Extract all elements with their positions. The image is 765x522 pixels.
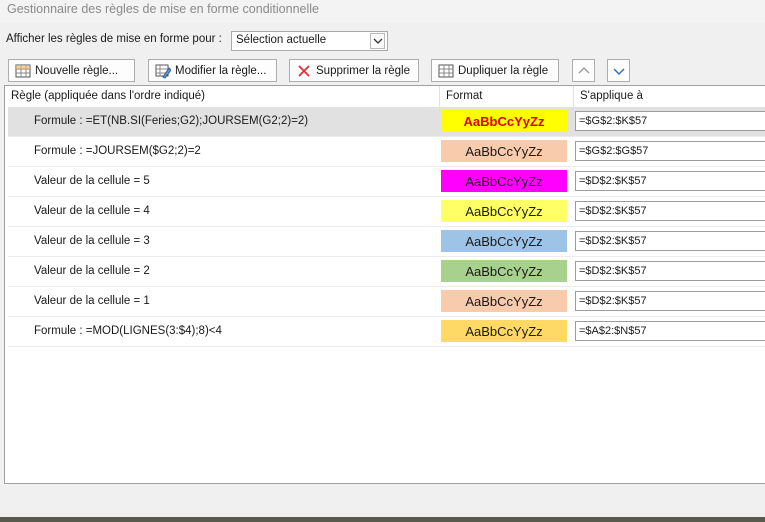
show-rules-select[interactable]: Sélection actuelle: [231, 31, 388, 51]
edit-rule-button[interactable]: Modifier la règle...: [148, 59, 277, 82]
rule-row[interactable]: Valeur de la cellule = 1 AaBbCcYyZz =$D$2:…: [8, 287, 765, 317]
delete-rule-button[interactable]: Supprimer la règle: [289, 59, 419, 82]
rule-row[interactable]: Valeur de la cellule = 5 AaBbCcYyZz =$D$2:…: [8, 167, 765, 197]
applies-to-field[interactable]: =$G$2:$K$57: [575, 111, 765, 131]
applies-to-field[interactable]: =$G$2:$G$57: [575, 141, 765, 161]
rule-row[interactable]: Valeur de la cellule = 3 AaBbCcYyZz =$D$2:…: [8, 227, 765, 257]
show-rules-value: Sélection actuelle: [236, 34, 327, 46]
rule-description: Valeur de la cellule = 3: [34, 235, 150, 247]
rules-table: Règle (appliquée dans l'ordre indiqué) F…: [4, 85, 765, 484]
column-header-format: Format: [446, 90, 483, 102]
rule-description: Formule : =MOD(LIGNES(3:$4);8)<4: [34, 325, 222, 337]
rule-description: Valeur de la cellule = 1: [34, 295, 150, 307]
applies-to-field[interactable]: =$D$2:$K$57: [575, 231, 765, 251]
window-title: Gestionnaire des règles de mise en forme…: [0, 0, 765, 23]
edit-rule-icon: [155, 63, 172, 79]
format-preview: AaBbCcYyZz: [441, 140, 567, 162]
column-header-applies-to: S'applique à: [580, 90, 643, 102]
format-preview: AaBbCcYyZz: [441, 170, 567, 192]
rule-description: Valeur de la cellule = 4: [34, 205, 150, 217]
show-rules-row: Afficher les règles de mise en forme pou…: [6, 31, 222, 45]
applies-to-field[interactable]: =$A$2:$N$57: [575, 321, 765, 341]
format-preview: AaBbCcYyZz: [441, 200, 567, 222]
applies-to-field[interactable]: =$D$2:$K$57: [575, 261, 765, 281]
new-rule-icon: [15, 63, 31, 79]
applies-to-field[interactable]: =$D$2:$K$57: [575, 201, 765, 221]
column-header-rule: Règle (appliquée dans l'ordre indiqué): [11, 90, 205, 102]
duplicate-rule-button[interactable]: Dupliquer la règle: [431, 59, 559, 82]
rule-description: Valeur de la cellule = 2: [34, 265, 150, 277]
format-preview: AaBbCcYyZz: [441, 260, 567, 282]
chevron-up-icon: [578, 67, 590, 74]
format-preview: AaBbCcYyZz: [441, 230, 567, 252]
applies-to-field[interactable]: =$D$2:$K$57: [575, 171, 765, 191]
rule-row[interactable]: Formule : =MOD(LIGNES(3:$4);8)<4 AaBbCcYy…: [8, 317, 765, 347]
duplicate-rule-label: Dupliquer la règle: [458, 64, 549, 77]
delete-rule-label: Supprimer la règle: [316, 64, 410, 77]
applies-to-field[interactable]: =$D$2:$K$57: [575, 291, 765, 311]
chevron-down-icon: [613, 68, 625, 75]
rule-row[interactable]: Valeur de la cellule = 4 AaBbCcYyZz =$D$2:…: [8, 197, 765, 227]
edit-rule-label: Modifier la règle...: [175, 64, 267, 77]
rule-row[interactable]: Formule : =ET(NB.SI(Feries;G2);JOURSEM(G…: [8, 107, 765, 137]
delete-icon: [296, 63, 312, 79]
rule-description: Formule : =ET(NB.SI(Feries;G2);JOURSEM(G…: [34, 115, 309, 127]
duplicate-icon: [438, 63, 454, 79]
rule-row[interactable]: Formule : =JOURSEM($G2;2)=2 AaBbCcYyZz =$G…: [8, 137, 765, 167]
format-preview: AaBbCcYyZz: [441, 320, 567, 342]
show-rules-label: Afficher les règles de mise en forme pou…: [6, 33, 222, 45]
chevron-down-icon[interactable]: [370, 33, 385, 49]
rule-description: Formule : =JOURSEM($G2;2)=2: [34, 145, 201, 157]
move-down-button[interactable]: [607, 59, 630, 82]
bottom-strip: [0, 517, 765, 522]
rule-description: Valeur de la cellule = 5: [34, 175, 150, 187]
format-preview: AaBbCcYyZz: [441, 290, 567, 312]
format-preview: AaBbCcYyZz: [441, 110, 567, 132]
new-rule-button[interactable]: Nouvelle règle...: [8, 59, 135, 82]
rule-row[interactable]: Valeur de la cellule = 2 AaBbCcYyZz =$D$2:…: [8, 257, 765, 287]
move-up-button[interactable]: [572, 59, 595, 82]
new-rule-label: Nouvelle règle...: [35, 64, 119, 77]
